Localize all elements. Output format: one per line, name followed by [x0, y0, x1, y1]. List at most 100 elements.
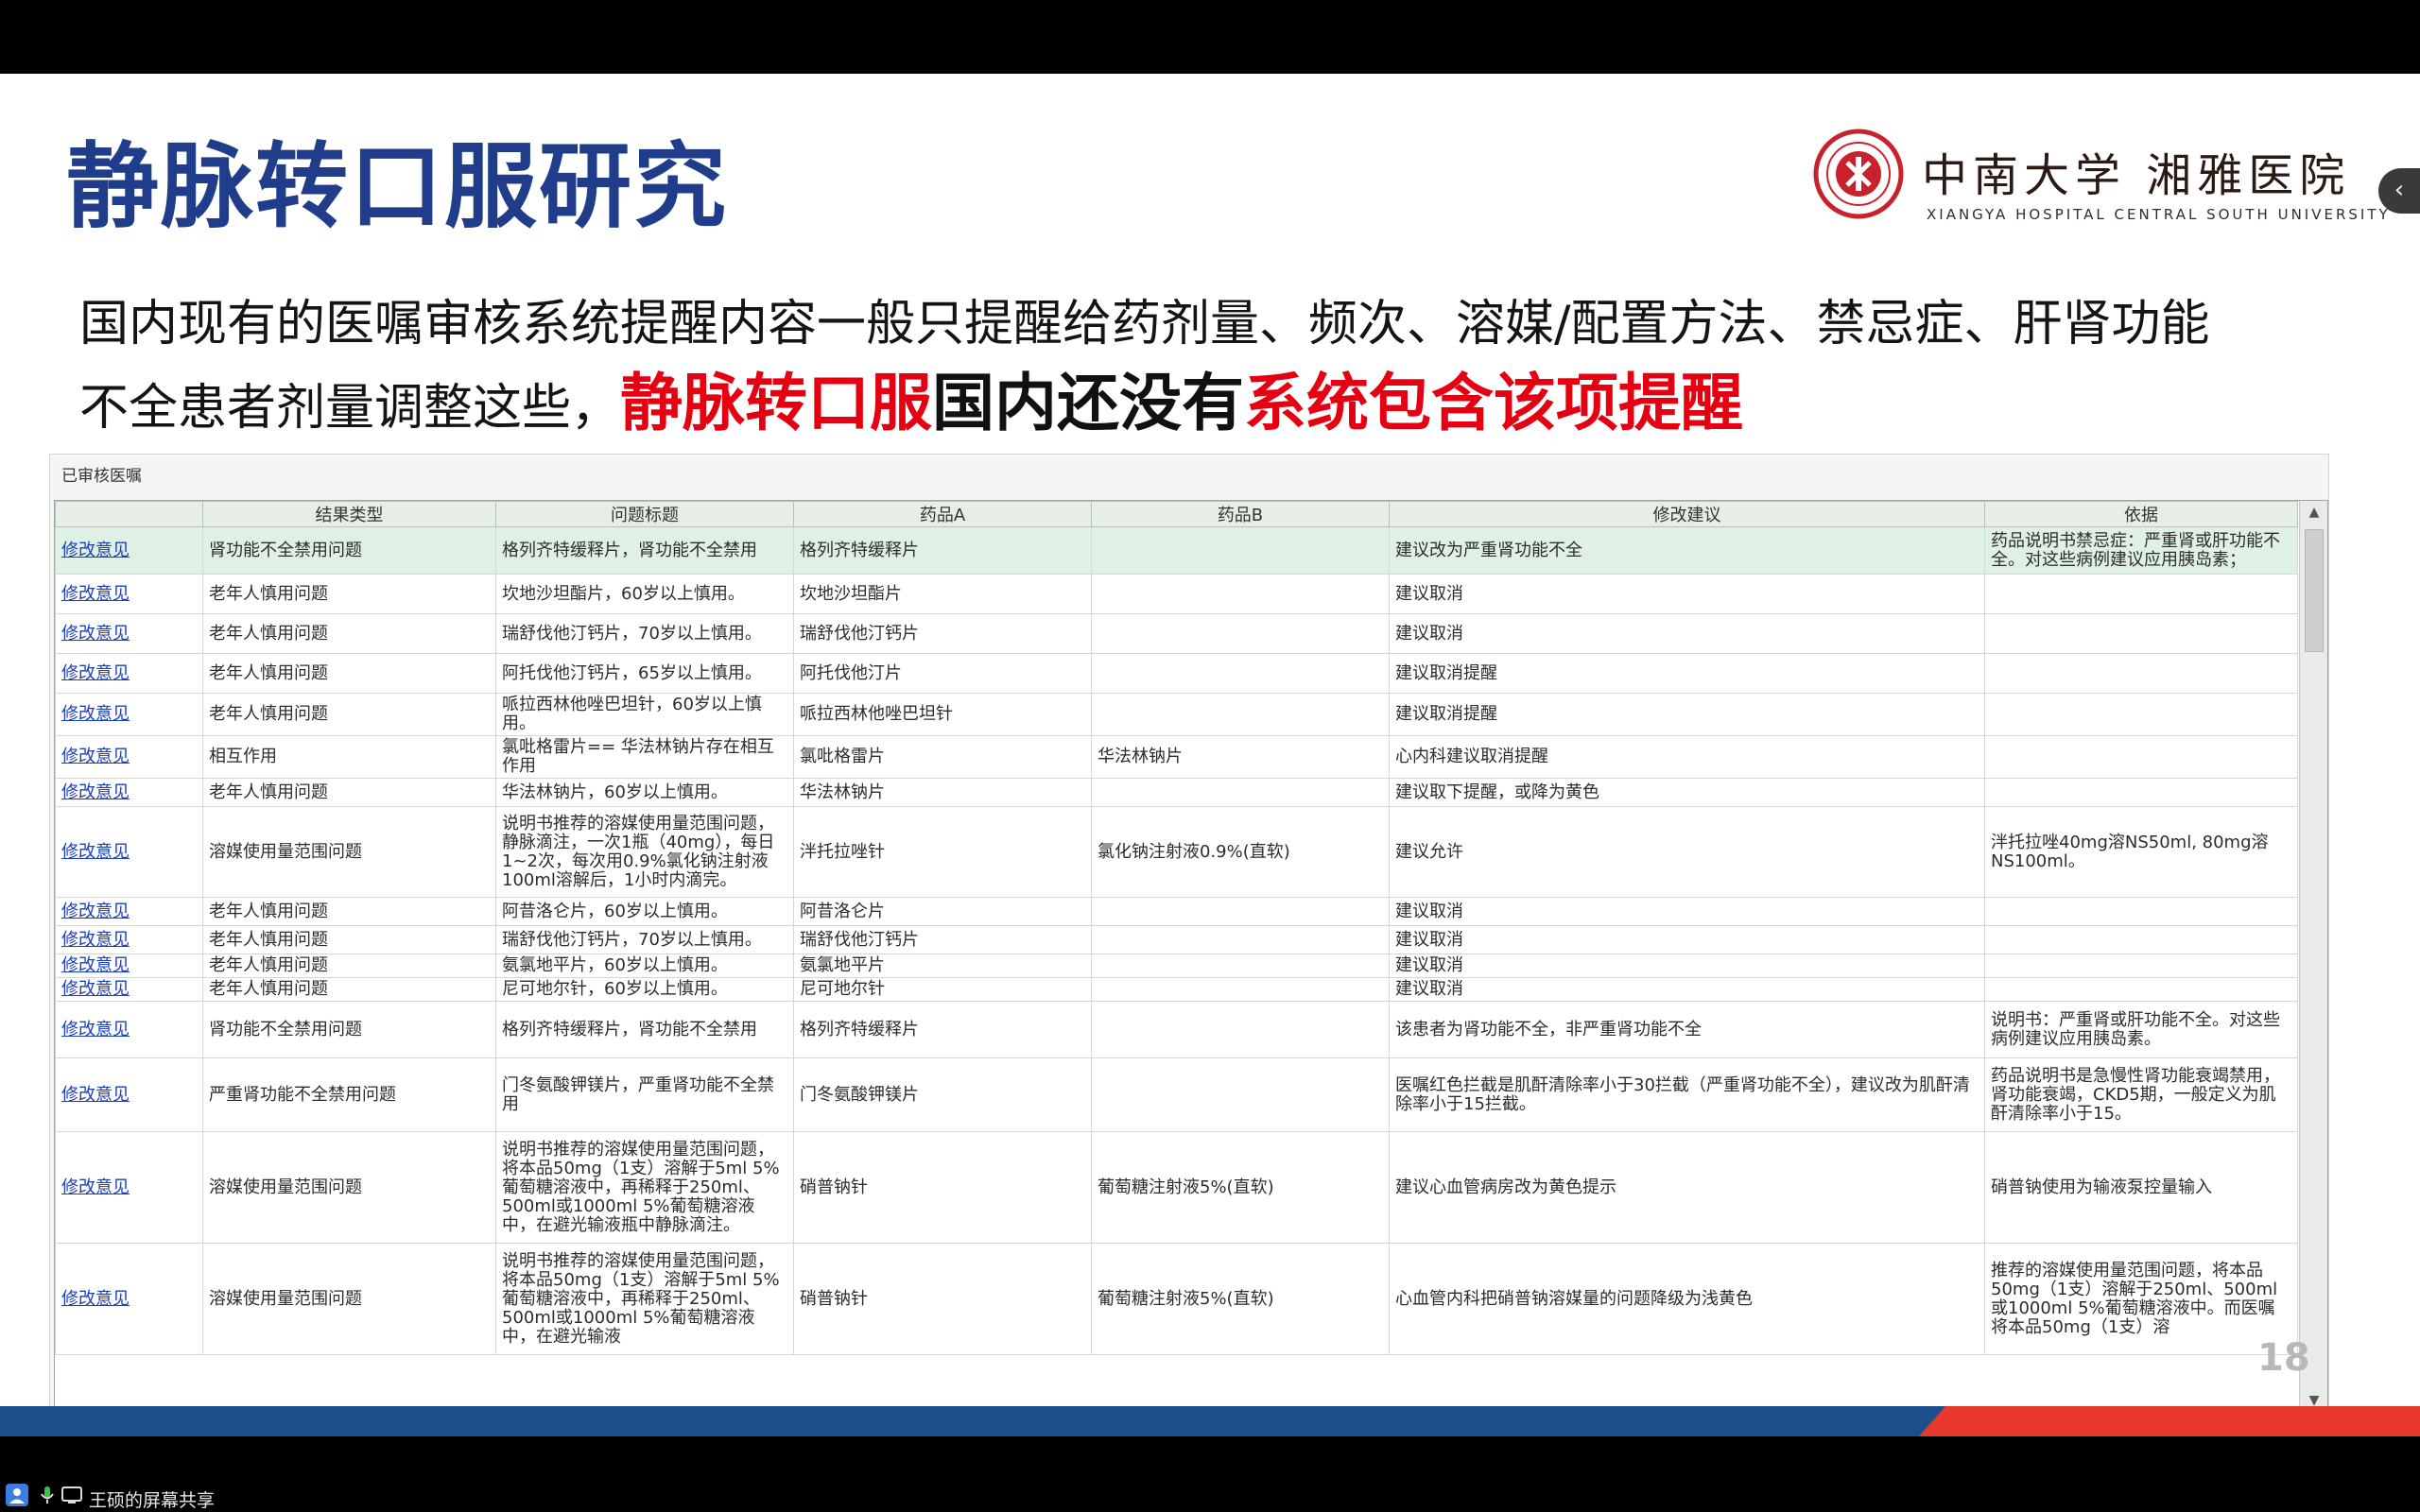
table-cell-drug-b: 葡萄糖注射液5%(直软) — [1091, 1243, 1390, 1355]
table-row[interactable]: 修改意见 老年人慎用问题 尼可地尔针，60岁以上慎用。 尼可地尔针 建议取消 — [55, 977, 2298, 1002]
microphone-icon[interactable] — [36, 1484, 59, 1506]
table-cell-type: 肾功能不全禁用问题 — [202, 1001, 496, 1058]
edit-opinion-link[interactable]: 修改意见 — [55, 1057, 203, 1132]
table-cell-issue: 说明书推荐的溶媒使用量范围问题，将本品50mg（1支）溶解于5ml 5%葡萄糖溶… — [495, 1131, 794, 1244]
table-row[interactable]: 修改意见 溶媒使用量范围问题 说明书推荐的溶媒使用量范围问题，将本品50mg（1支）… — [55, 1243, 2298, 1355]
table-cell-suggestion: 建议取消提醒 — [1389, 653, 1985, 694]
audited-orders-table: 结果类型 问题标题 药品A 药品B 修改建议 依据 修改意见 肾功能不全禁用问题格… — [55, 501, 2298, 1355]
table-cell-drug-a: 硝普钠针 — [793, 1131, 1092, 1244]
table-cell-suggestion: 建议心血管病房改为黄色提示 — [1389, 1131, 1985, 1244]
table-cell-basis — [1984, 653, 2298, 694]
table-cell-issue: 瑞舒伐他汀钙片，70岁以上慎用。 — [495, 925, 794, 954]
table-cell-drug-a: 阿昔洛仑片 — [793, 897, 1092, 926]
table-cell-drug-a: 硝普钠针 — [793, 1243, 1092, 1355]
table-cell-basis: 说明书：严重肾或肝功能不全。对这些病例建议应用胰岛素。 — [1984, 1001, 2298, 1058]
table-row[interactable]: 修改意见 溶媒使用量范围问题 说明书推荐的溶媒使用量范围问题，静脉滴注，一次1瓶（4… — [55, 806, 2298, 898]
table-row[interactable]: 修改意见 老年人慎用问题 瑞舒伐他汀钙片，70岁以上慎用。 瑞舒伐他汀钙片 建议取消 — [55, 613, 2298, 654]
table-row[interactable]: 修改意见 老年人慎用问题 坎地沙坦酯片，60岁以上慎用。 坎地沙坦酯片 建议取消 — [55, 574, 2298, 614]
table-row[interactable]: 修改意见 老年人慎用问题 氨氯地平片，60岁以上慎用。 氨氯地平片 建议取消 — [55, 954, 2298, 978]
table-cell-drug-a: 尼可地尔针 — [793, 977, 1092, 1002]
edit-opinion-link[interactable]: 修改意见 — [55, 1001, 203, 1058]
table-row[interactable]: 修改意见 溶媒使用量范围问题 说明书推荐的溶媒使用量范围问题，将本品50mg（1支）… — [55, 1131, 2298, 1244]
table-cell-drug-a: 瑞舒伐他汀钙片 — [793, 613, 1092, 654]
column-header[interactable]: 依据 — [1984, 501, 2298, 527]
table-row[interactable]: 修改意见 肾功能不全禁用问题 格列齐特缓释片，肾功能不全禁用 格列齐特缓释片 建议改为严… — [55, 526, 2298, 575]
slide-title: 静脉转口服研究 — [66, 133, 729, 241]
edit-opinion-link[interactable]: 修改意见 — [55, 1131, 203, 1244]
table-cell-drug-b — [1091, 1057, 1390, 1132]
table-cell-suggestion: 心血管内科把硝普钠溶媒量的问题降级为浅黄色 — [1389, 1243, 1985, 1355]
table-row[interactable]: 修改意见 老年人慎用问题 阿昔洛仑片，60岁以上慎用。 阿昔洛仑片 建议取消 — [55, 897, 2298, 926]
scroll-up-arrow-icon[interactable]: ▲ — [2300, 501, 2327, 524]
table-cell-type: 老年人慎用问题 — [202, 897, 496, 926]
person-icon[interactable] — [6, 1484, 28, 1506]
table-cell-drug-a: 氯吡格雷片 — [793, 735, 1092, 779]
edit-opinion-link[interactable]: 修改意见 — [55, 954, 203, 978]
table-cell-issue: 说明书推荐的溶媒使用量范围问题，将本品50mg（1支）溶解于5ml 5%葡萄糖溶… — [495, 1243, 794, 1355]
column-header[interactable]: 问题标题 — [495, 501, 794, 527]
edit-opinion-link[interactable]: 修改意见 — [55, 653, 203, 694]
body-text-plain: 不全患者剂量调整这些， — [79, 380, 621, 437]
table-cell-drug-a: 泮托拉唑针 — [793, 806, 1092, 898]
edit-opinion-link[interactable]: 修改意见 — [55, 1243, 203, 1355]
table-cell-type: 相互作用 — [202, 735, 496, 779]
edit-opinion-link[interactable]: 修改意见 — [55, 977, 203, 1002]
table-cell-issue: 坎地沙坦酯片，60岁以上慎用。 — [495, 574, 794, 614]
table-cell-type: 溶媒使用量范围问题 — [202, 806, 496, 898]
table-cell-basis: 推荐的溶媒使用量范围问题，将本品50mg（1支）溶解于250ml、500ml或1… — [1984, 1243, 2298, 1355]
table-cell-basis: 药品说明书禁忌症：严重肾或肝功能不全。对这些病例建议应用胰岛素； — [1984, 526, 2298, 575]
table-row[interactable]: 修改意见 老年人慎用问题 瑞舒伐他汀钙片，70岁以上慎用。 瑞舒伐他汀钙片 建议取消 — [55, 925, 2298, 954]
table-row[interactable]: 修改意见 相互作用 氯吡格雷片== 华法林钠片存在相互作用 氯吡格雷片 华法林钠片 心内科… — [55, 735, 2298, 779]
table-row[interactable]: 修改意见 肾功能不全禁用问题 格列齐特缓释片，肾功能不全禁用 格列齐特缓释片 该患者为肾… — [55, 1001, 2298, 1058]
table-cell-suggestion: 心内科建议取消提醒 — [1389, 735, 1985, 779]
table-row[interactable]: 修改意见 老年人慎用问题 阿托伐他汀钙片，65岁以上慎用。 阿托伐他汀片 建议取消提醒 — [55, 653, 2298, 694]
table-cell-suggestion: 建议取下提醒，或降为黄色 — [1389, 778, 1985, 807]
edit-opinion-link[interactable]: 修改意见 — [55, 806, 203, 898]
table-cell-suggestion: 建议取消 — [1389, 574, 1985, 614]
footer-red-band — [1919, 1406, 2420, 1436]
edit-opinion-link[interactable]: 修改意见 — [55, 925, 203, 954]
table-cell-drug-b — [1091, 954, 1390, 978]
edit-opinion-link[interactable]: 修改意见 — [55, 897, 203, 926]
edit-opinion-link[interactable]: 修改意见 — [55, 526, 203, 575]
column-header[interactable]: 药品B — [1091, 501, 1390, 527]
panel-title: 已审核医嘱 — [61, 467, 142, 486]
table-cell-type: 溶媒使用量范围问题 — [202, 1131, 496, 1244]
table-cell-drug-b — [1091, 653, 1390, 694]
table-row[interactable]: 修改意见 严重肾功能不全禁用问题 门冬氨酸钾镁片，严重肾功能不全禁用 门冬氨酸钾镁片 医… — [55, 1057, 2298, 1132]
table-cell-basis: 泮托拉唑40mg溶NS50ml, 80mg溶NS100ml。 — [1984, 806, 2298, 898]
table-body: 修改意见 肾功能不全禁用问题 格列齐特缓释片，肾功能不全禁用 格列齐特缓释片 建议改为严… — [55, 526, 2298, 1355]
table-cell-suggestion: 建议取消 — [1389, 977, 1985, 1002]
column-header[interactable]: 结果类型 — [202, 501, 496, 527]
table-cell-type: 老年人慎用问题 — [202, 925, 496, 954]
table-cell-drug-a: 氨氯地平片 — [793, 954, 1092, 978]
hospital-logo: 中南大学 湘雅医院 XIANGYA HOSPITAL CENTRAL SOUTH… — [1813, 129, 2388, 232]
table-cell-basis — [1984, 897, 2298, 926]
table-cell-issue: 哌拉西林他唑巴坦针，60岁以上慎用。 — [495, 693, 794, 736]
edit-opinion-link[interactable]: 修改意见 — [55, 735, 203, 779]
table-cell-suggestion: 建议改为严重肾功能不全 — [1389, 526, 1985, 575]
table-cell-basis — [1984, 574, 2298, 614]
column-header[interactable]: 修改建议 — [1389, 501, 1985, 527]
table-cell-drug-b — [1091, 613, 1390, 654]
table-row[interactable]: 修改意见 老年人慎用问题 哌拉西林他唑巴坦针，60岁以上慎用。 哌拉西林他唑巴坦针 建议… — [55, 693, 2298, 736]
screen-share-icon[interactable] — [60, 1484, 83, 1506]
table-cell-basis — [1984, 977, 2298, 1002]
chevron-left-icon[interactable]: ‹ — [2378, 168, 2420, 214]
edit-opinion-link[interactable]: 修改意见 — [55, 574, 203, 614]
table-row[interactable]: 修改意见 老年人慎用问题 华法林钠片，60岁以上慎用。 华法林钠片 建议取下提醒，或降为… — [55, 778, 2298, 807]
table-cell-issue: 说明书推荐的溶媒使用量范围问题，静脉滴注，一次1瓶（40mg），每日1~2次，每… — [495, 806, 794, 898]
scrollbar-thumb[interactable] — [2305, 529, 2324, 652]
table-cell-drug-b — [1091, 574, 1390, 614]
edit-opinion-link[interactable]: 修改意见 — [55, 778, 203, 807]
logo-english-name: XIANGYA HOSPITAL CENTRAL SOUTH UNIVERSIT… — [1927, 206, 2391, 223]
table-cell-issue: 格列齐特缓释片，肾功能不全禁用 — [495, 1001, 794, 1058]
vertical-scrollbar[interactable]: ▲ ▼ — [2299, 501, 2327, 1411]
edit-opinion-link[interactable]: 修改意见 — [55, 693, 203, 736]
table-cell-type: 老年人慎用问题 — [202, 653, 496, 694]
table-cell-suggestion: 建议允许 — [1389, 806, 1985, 898]
table-cell-issue: 格列齐特缓释片，肾功能不全禁用 — [495, 526, 794, 575]
column-header[interactable]: 药品A — [793, 501, 1092, 527]
edit-opinion-link[interactable]: 修改意见 — [55, 613, 203, 654]
highlight-iv-to-oral: 静脉转口服 — [620, 367, 933, 439]
